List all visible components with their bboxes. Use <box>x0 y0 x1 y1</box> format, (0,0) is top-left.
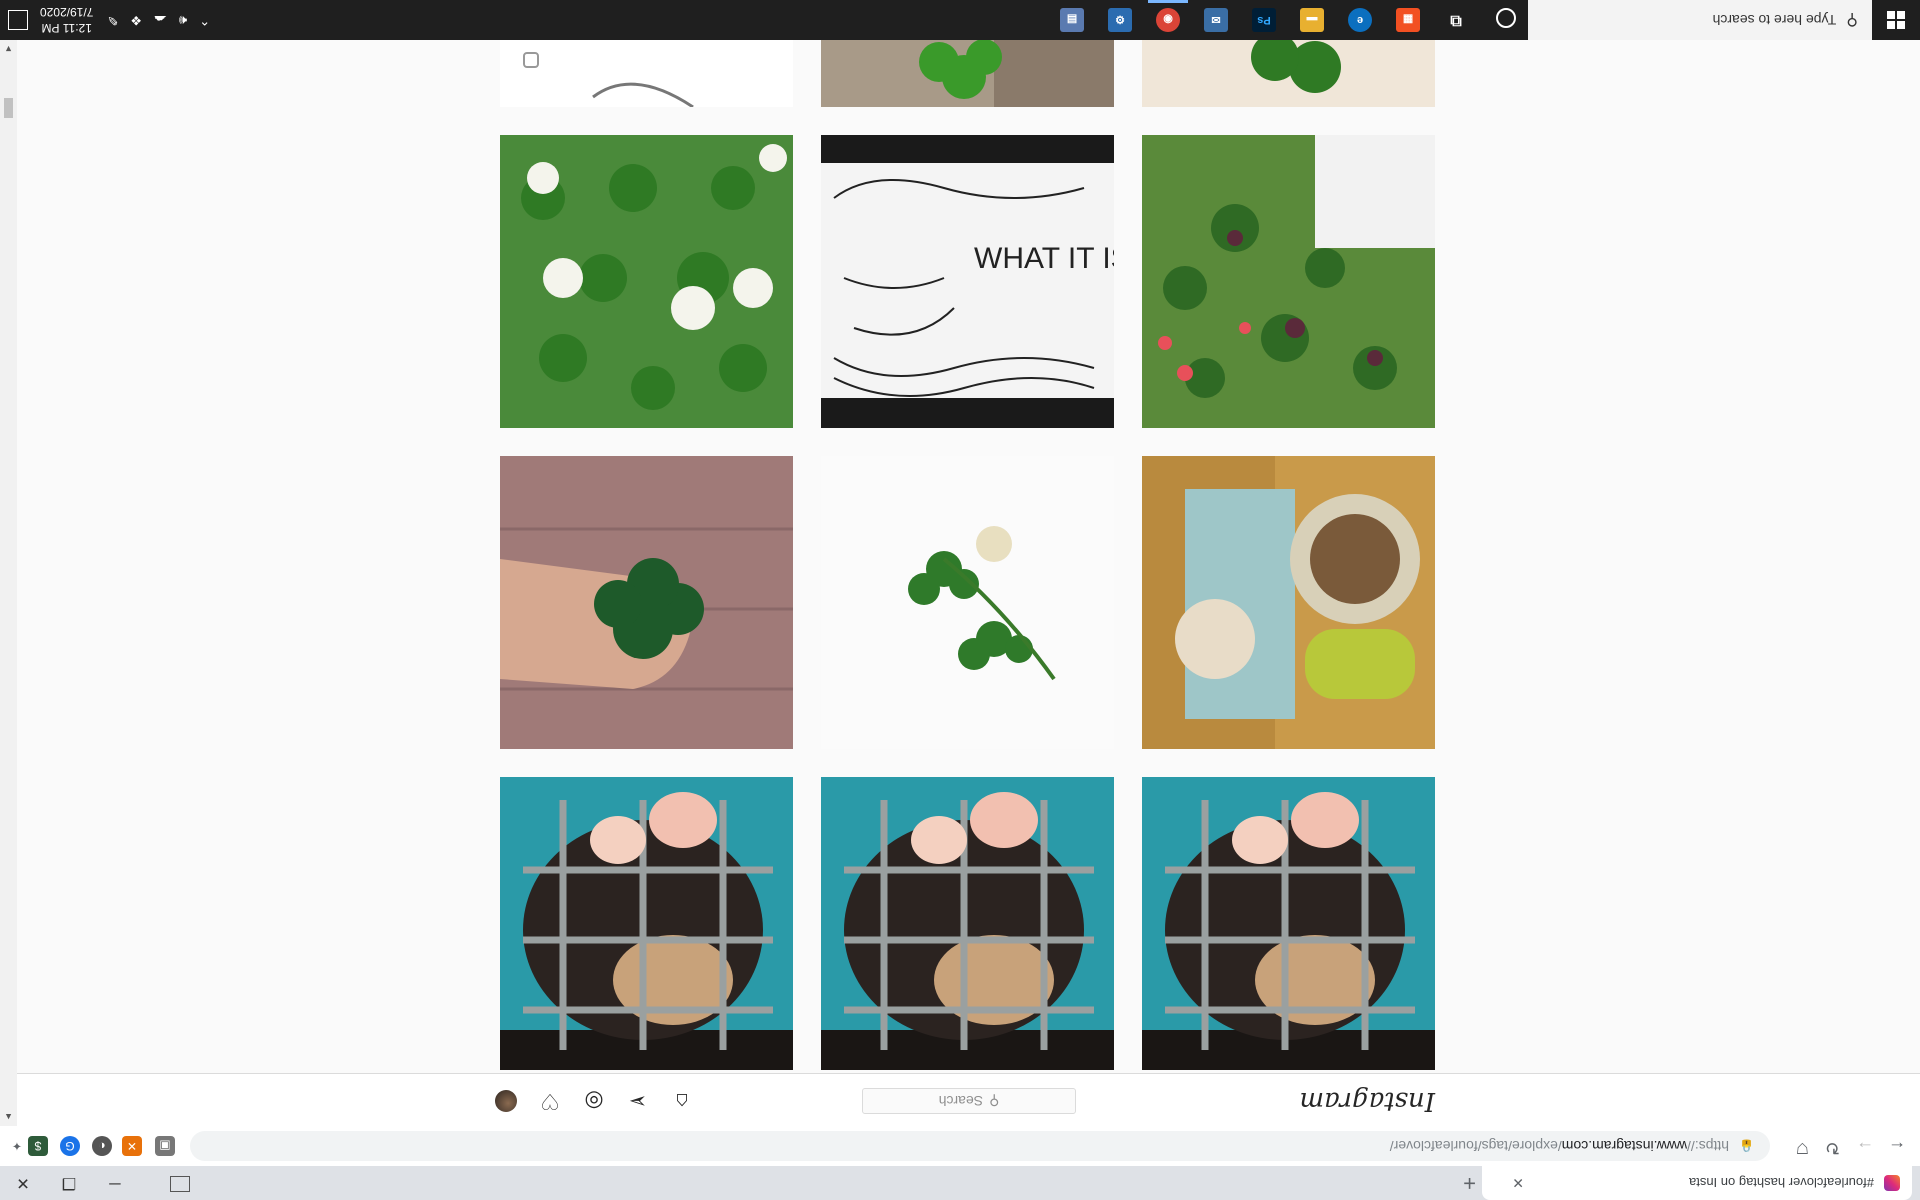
post-thumbnail[interactable] <box>500 777 793 1070</box>
dropbox-icon[interactable]: ❖ <box>130 12 142 28</box>
post-thumbnail[interactable] <box>500 456 793 749</box>
activity-heart-icon[interactable]: ♡ <box>539 1088 561 1114</box>
url-host: www.instagram.com <box>1561 1138 1688 1154</box>
svg-text:WHAT IT IS: WHAT IT IS <box>974 242 1114 275</box>
instagram-favicon-icon <box>1884 1175 1900 1191</box>
time: 12:11 PM <box>41 21 92 35</box>
active-app-indicator <box>1148 0 1188 3</box>
pocket-icon[interactable]: ⛉ <box>1797 1139 1808 1156</box>
lock-icon: 🔒 <box>1739 1139 1754 1153</box>
page-viewport: Instagram ⚲ Search ⌂ ➢ ◎ ♡ WHAT IT I <box>17 40 1920 1126</box>
taskbar-search-placeholder: Type here to search <box>1712 12 1837 28</box>
microsoft-store-icon[interactable]: ▦ <box>1396 8 1420 32</box>
search-placeholder: Search <box>938 1093 984 1109</box>
mail-icon[interactable]: ✉ <box>1204 8 1228 32</box>
post-thumbnail[interactable] <box>500 135 793 428</box>
post-thumbnail[interactable] <box>821 456 1114 749</box>
speaker-icon[interactable]: 🔊︎ <box>179 12 187 28</box>
notification-center-icon[interactable] <box>8 10 28 30</box>
extension-reader-icon[interactable]: ▣ <box>155 1136 175 1156</box>
settings-app-icon[interactable]: ⚙ <box>1108 8 1132 32</box>
cortana-icon[interactable] <box>1496 8 1516 28</box>
instagram-header: Instagram ⚲ Search ⌂ ➢ ◎ ♡ <box>17 1073 1920 1126</box>
clock[interactable]: 12:11 PM 7/19/2020 <box>40 4 93 36</box>
start-button[interactable] <box>1872 0 1920 40</box>
tab-title: #fourleafclover hashtag on Insta <box>1688 1175 1874 1191</box>
new-tab-button[interactable]: + <box>1463 1170 1476 1196</box>
extension-x-icon[interactable]: ✕ <box>122 1136 142 1156</box>
post-thumbnail[interactable] <box>1142 777 1435 1070</box>
windows-logo-icon <box>1887 11 1905 29</box>
taskbar-search-box[interactable]: ⚲ Type here to search <box>1528 0 1872 40</box>
extensions-puzzle-icon[interactable]: ✦ <box>12 1136 22 1156</box>
onedrive-icon[interactable]: ☁ <box>154 12 167 28</box>
reload-button[interactable]: ↻ <box>1825 1137 1840 1158</box>
post-thumbnail[interactable] <box>821 40 1114 107</box>
scroll-down-arrow-icon[interactable]: ▼ <box>4 44 13 54</box>
address-bar[interactable]: 🔒 https:// www.instagram.com /explore/ta… <box>190 1131 1770 1161</box>
url-path: /explore/tags/fourleafclover/ <box>1389 1138 1562 1154</box>
system-tray: ⌃ 🔊︎ ☁ ❖ ✎ 12:11 PM 7/19/2020 <box>0 0 222 40</box>
snap-layout-icon[interactable] <box>170 1176 190 1192</box>
extension-circle-icon[interactable]: ◐ <box>92 1136 112 1156</box>
post-thumbnail[interactable] <box>1142 135 1435 428</box>
tab-strip: #fourleafclover hashtag on Insta ✕ + ─ ❐… <box>0 1166 1920 1200</box>
task-view-icon[interactable]: ⧉ <box>1444 8 1468 32</box>
post-thumbnail[interactable] <box>1142 456 1435 749</box>
search-icon: ⚲ <box>989 1093 1000 1110</box>
direct-icon[interactable]: ➢ <box>627 1088 649 1114</box>
post-thumbnail[interactable] <box>821 777 1114 1070</box>
tab-close-icon[interactable]: ✕ <box>1512 1175 1524 1192</box>
url-protocol: https:// <box>1687 1138 1730 1154</box>
photoshop-icon[interactable]: Ps <box>1252 8 1276 32</box>
scrollbar-thumb[interactable] <box>4 98 13 118</box>
extension-dollar-icon[interactable]: $ <box>28 1136 48 1156</box>
scroll-up-arrow-icon[interactable]: ▲ <box>4 1112 13 1122</box>
search-input[interactable]: ⚲ Search <box>862 1088 1076 1114</box>
extension-grammar-icon[interactable]: G <box>60 1136 80 1156</box>
screen: #fourleafclover hashtag on Insta ✕ + ─ ❐… <box>0 0 1920 1200</box>
post-thumbnail[interactable] <box>1142 40 1435 107</box>
search-icon: ⚲ <box>1846 11 1858 28</box>
forward-button[interactable]: → <box>1856 1137 1874 1158</box>
back-button[interactable]: ← <box>1888 1137 1906 1158</box>
date: 7/19/2020 <box>40 5 94 19</box>
instagram-nav: ⌂ ➢ ◎ ♡ <box>495 1088 693 1114</box>
windows-taskbar: ⚲ Type here to search ⧉ ▦ e ▬ Ps ✉ ◉ ⚙ ▤… <box>0 0 1920 40</box>
home-icon[interactable]: ⌂ <box>671 1088 693 1114</box>
edge-icon[interactable]: e <box>1348 8 1372 32</box>
browser-tab[interactable]: #fourleafclover hashtag on Insta ✕ <box>1482 1166 1912 1200</box>
profile-avatar[interactable] <box>495 1090 517 1112</box>
instagram-logo[interactable]: Instagram <box>1299 1086 1435 1116</box>
pen-icon[interactable]: ✎ <box>107 12 118 28</box>
chrome-icon[interactable]: ◉ <box>1156 8 1180 32</box>
post-thumbnail[interactable]: WHAT IT IS <box>821 135 1114 428</box>
browser-toolbar: ← → ↻ ⛉ 🔒 https:// www.instagram.com /ex… <box>0 1125 1920 1166</box>
chevron-up-icon[interactable]: ⌃ <box>199 12 210 28</box>
window-controls: ─ ❐ ✕ <box>0 1166 138 1200</box>
calculator-icon[interactable]: ▤ <box>1060 8 1084 32</box>
file-explorer-icon[interactable]: ▬ <box>1300 8 1324 32</box>
post-thumbnail[interactable] <box>500 40 793 107</box>
minimize-button[interactable]: ─ <box>92 1166 138 1200</box>
close-window-button[interactable]: ✕ <box>0 1166 46 1200</box>
restore-button[interactable]: ❐ <box>46 1166 92 1200</box>
explore-icon[interactable]: ◎ <box>583 1088 605 1114</box>
vertical-scrollbar[interactable]: ▲ ▼ <box>0 40 17 1126</box>
